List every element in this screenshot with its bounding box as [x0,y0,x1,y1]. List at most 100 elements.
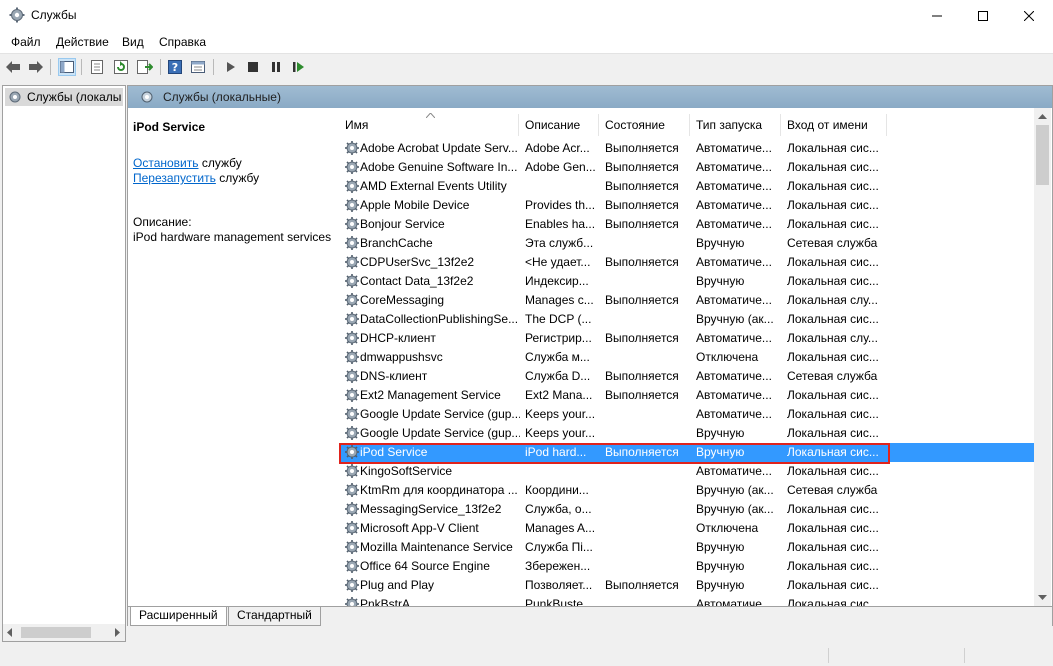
cell-status [605,424,693,443]
help-icon[interactable]: ? [166,58,184,76]
column-header-description[interactable]: Описание [519,114,599,136]
cell-startup-type: Вручную [696,540,745,554]
cell-status: Выполняется [605,198,679,212]
table-row[interactable]: Adobe Genuine Software In... Adobe Gen...… [339,158,1035,177]
table-row[interactable]: DNS-клиент Служба D... Выполняется Автомати… [339,367,1035,386]
cell-description: Регистрир... [525,331,592,345]
column-header-name[interactable]: Имя [339,113,519,136]
menu-action[interactable]: Действие [56,35,109,49]
service-gear-icon [344,311,360,330]
cell-description: Manages A... [525,521,596,535]
restart-service-link[interactable]: Перезапустить [133,171,216,185]
table-row[interactable]: DataCollectionPublishingSe... The DCP (..… [339,310,1035,329]
table-row[interactable]: MessagingService_13f2e2 Служба, о... Вручн… [339,500,1035,519]
table-row[interactable]: Bonjour Service Enables ha... Выполняется А… [339,215,1035,234]
cell-startup-type: Вручную (ак... [696,502,774,516]
scroll-left-icon[interactable] [7,628,13,637]
cell-status [605,234,693,253]
cell-name: Office 64 Source Engine [360,559,490,573]
show-action-pane-icon[interactable] [189,58,207,76]
table-row[interactable]: KingoSoftService Автоматиче... Локальная с… [339,462,1035,481]
table-row[interactable]: PnkBstrA PunkBuste... Автоматиче... Локальн… [339,595,1035,606]
table-row[interactable]: CDPUserSvc_13f2e2 <Не удает... Выполняется… [339,253,1035,272]
cell-startup-type: Автоматиче... [696,388,772,402]
tab-extended[interactable]: Расширенный [130,607,227,626]
services-list: Имя Описание Состояние Тип запуска Вход … [339,108,1035,606]
back-arrow-icon[interactable] [4,58,22,76]
service-gear-icon [344,254,360,273]
table-row[interactable]: BranchCache Эта служб... Вручную Сетевая сл… [339,234,1035,253]
table-row[interactable]: Microsoft App-V Client Manages A... Отключ… [339,519,1035,538]
list-vertical-scrollbar[interactable] [1034,108,1051,606]
refresh-icon[interactable] [112,58,130,76]
cell-status: Выполняется [605,388,679,402]
table-row[interactable]: dmwappushsvc Служба м... Отключена Локальна… [339,348,1035,367]
column-header-log-on-as[interactable]: Вход от имени [781,114,887,136]
service-gear-icon [344,558,360,577]
table-row[interactable]: Google Update Service (gup... Keeps your.… [339,405,1035,424]
properties-sheet-icon[interactable] [88,58,106,76]
cell-startup-type: Отключена [696,350,759,364]
export-list-icon[interactable] [136,58,154,76]
menu-help[interactable]: Справка [159,35,206,49]
scroll-up-icon[interactable] [1034,108,1051,125]
scroll-right-icon[interactable] [115,628,121,637]
cell-name: iPod Service [360,445,428,459]
cell-description: Manages c... [525,293,594,307]
tree-horizontal-scrollbar[interactable] [2,624,126,642]
show-hide-console-tree-icon[interactable] [58,58,76,76]
cell-name: AMD External Events Utility [360,179,507,193]
table-row[interactable]: Plug and Play Позволяет... Выполняется Вруч… [339,576,1035,595]
table-row[interactable]: AMD External Events Utility Выполняется Ав… [339,177,1035,196]
start-service-icon[interactable] [222,58,240,76]
table-row[interactable]: Adobe Acrobat Update Serv... Adobe Acr...… [339,139,1035,158]
table-row[interactable]: Contact Data_13f2e2 Индексир... Вручную Лок… [339,272,1035,291]
table-row[interactable]: Ext2 Management Service Ext2 Mana... Выпол… [339,386,1035,405]
cell-log-on-as: Локальная сис... [787,255,879,269]
cell-status [605,557,693,576]
restart-service-icon[interactable] [290,58,308,76]
restart-suffix: службу [215,171,260,185]
scrollbar-thumb[interactable] [21,627,91,638]
table-row[interactable]: Office 64 Source Engine Збережен... Вручну… [339,557,1035,576]
cell-status [605,462,693,481]
column-header-startup-type[interactable]: Тип запуска [690,114,781,136]
maximize-button[interactable] [960,0,1006,31]
scrollbar-thumb[interactable] [1036,125,1049,185]
close-button[interactable] [1006,0,1052,31]
table-row[interactable]: Apple Mobile Device Provides th... Выполня… [339,196,1035,215]
cell-status: Выполняется [605,293,679,307]
cell-startup-type: Автоматиче... [696,331,772,345]
cell-log-on-as: Локальная сис... [787,217,879,231]
column-header-status[interactable]: Состояние [599,114,690,136]
service-gear-icon [344,273,360,292]
service-gear-icon [344,501,360,520]
menu-view[interactable]: Вид [122,35,144,49]
stop-service-icon[interactable] [244,58,262,76]
table-row[interactable]: DHCP-клиент Регистрир... Выполняется Автома… [339,329,1035,348]
tree-item-local-services[interactable]: Службы (локалы [5,88,123,106]
cell-description: Adobe Gen... [525,160,596,174]
table-row[interactable]: Mozilla Maintenance Service Служба Пі... В… [339,538,1035,557]
stop-service-link[interactable]: Остановить [133,156,199,170]
table-row[interactable]: KtmRm для координатора ... Координи... Вру… [339,481,1035,500]
cell-log-on-as: Локальная сис... [787,160,879,174]
toolbar-separator [213,59,214,75]
table-row[interactable]: iPod Service iPod hard... Выполняется Вручн… [339,443,1035,464]
cell-status: Выполняется [605,160,679,174]
tab-standard[interactable]: Стандартный [228,607,321,626]
table-row[interactable]: Google Update Service (gup... Keeps your.… [339,424,1035,443]
scroll-down-icon[interactable] [1034,589,1051,606]
cell-startup-type: Автоматиче... [696,293,772,307]
cell-log-on-as: Локальная сис... [787,312,879,326]
table-row[interactable]: CoreMessaging Manages c... Выполняется Авто… [339,291,1035,310]
menu-file[interactable]: Файл [11,35,41,49]
cell-log-on-as: Локальная сис... [787,407,879,421]
service-gear-icon [344,140,360,159]
status-divider [828,648,829,663]
minimize-button[interactable] [914,0,960,31]
pause-service-icon[interactable] [267,58,285,76]
forward-arrow-icon[interactable] [27,58,45,76]
cell-log-on-as: Локальная слу... [787,293,878,307]
cell-name: dmwappushsvc [360,350,443,364]
